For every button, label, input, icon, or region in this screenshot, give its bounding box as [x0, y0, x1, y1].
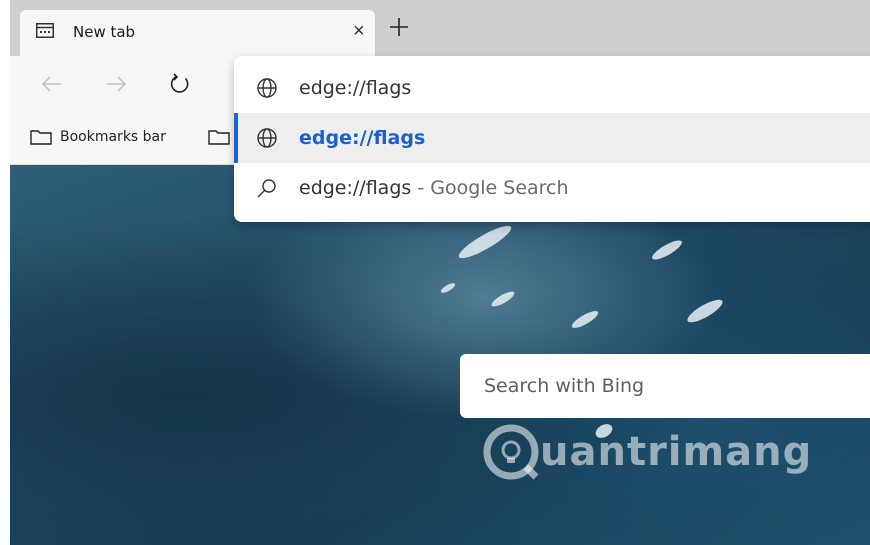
close-icon[interactable]: × [353, 21, 365, 41]
folder-icon [208, 130, 230, 145]
watermark-text: uantrimang [540, 429, 813, 475]
folder-icon [30, 130, 52, 145]
background-streak [649, 237, 685, 263]
suggestion-search-suffix: - Google Search [411, 177, 569, 199]
forward-arrow-icon[interactable] [104, 72, 128, 96]
suggestion-url-text: edge://flags [299, 127, 426, 149]
suggestion-search-query: edge://flags [299, 177, 412, 199]
address-bar-dropdown: edge://flags edge://flags edge://flags -… [234, 56, 870, 222]
tab-title: New tab [73, 23, 136, 41]
watermark: uantrimang [482, 422, 812, 482]
tab-new-tab[interactable]: New tab × [20, 10, 375, 56]
address-bar-input[interactable]: edge://flags [234, 63, 870, 113]
background-streak [489, 289, 517, 309]
selection-indicator [234, 113, 238, 163]
tab-strip: New tab × [10, 0, 870, 56]
bookmarks-bar-label: Bookmarks bar [60, 129, 166, 145]
suggestion-search[interactable]: edge://flags - Google Search [234, 163, 870, 213]
new-tab-plus-icon[interactable] [388, 16, 410, 38]
globe-icon [257, 128, 277, 148]
globe-icon [257, 78, 277, 98]
bing-search-box[interactable]: Search with Bing [460, 354, 870, 418]
background-streak [439, 281, 457, 295]
newtab-page-icon [36, 23, 54, 38]
watermark-logo-icon [483, 424, 539, 480]
bookmarks-bar-folder[interactable]: Bookmarks bar [30, 126, 166, 148]
suggestion-url[interactable]: edge://flags [234, 113, 870, 163]
address-bar-text: edge://flags [299, 77, 412, 99]
background-streak [455, 220, 515, 264]
back-arrow-icon[interactable] [40, 72, 64, 96]
background-streak [684, 295, 726, 327]
suggestion-search-text: edge://flags - Google Search [299, 177, 569, 199]
background-streak [569, 308, 601, 331]
bing-search-placeholder: Search with Bing [484, 375, 645, 397]
refresh-icon[interactable] [168, 72, 192, 96]
search-icon [257, 179, 276, 198]
browser-window: New tab × Bookmarks bar Search with Bing… [10, 0, 870, 545]
